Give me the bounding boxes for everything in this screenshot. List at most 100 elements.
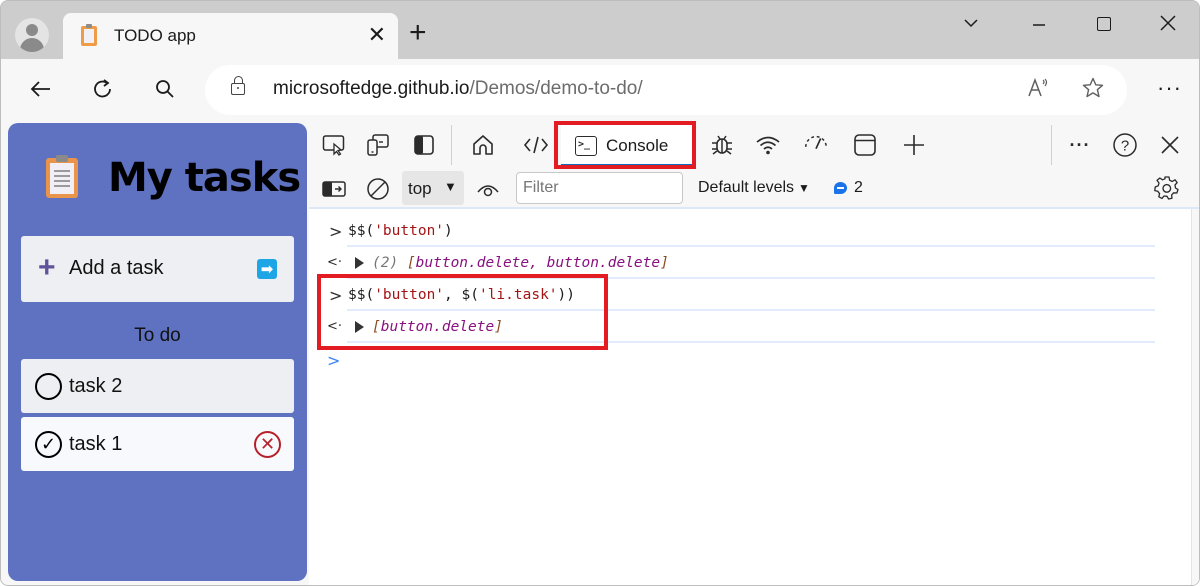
result-items: button.delete, button.delete <box>415 255 661 271</box>
message-bubble-icon <box>834 182 847 194</box>
expand-triangle-icon[interactable] <box>355 321 364 333</box>
delete-task-button[interactable]: ✕ <box>254 431 281 458</box>
browser-tab-todo[interactable]: TODO app ✕ <box>63 13 398 59</box>
task-item[interactable]: ✓ task 1 ✕ <box>21 417 294 471</box>
settings-more-button[interactable]: ··· <box>1157 75 1182 101</box>
code-token: )) <box>557 287 576 303</box>
close-window-button[interactable] <box>1159 13 1177 37</box>
lock-icon[interactable] <box>231 76 245 95</box>
toolbar-divider <box>451 125 452 165</box>
tab-title: TODO app <box>114 26 196 45</box>
url-domain: microsoftedge.github.io <box>273 78 470 99</box>
todo-section-label: To do <box>134 325 181 346</box>
refresh-button[interactable] <box>89 75 117 103</box>
message-count-badge[interactable]: 2 <box>834 179 863 197</box>
page-title: My tasks <box>108 155 301 201</box>
clipboard-icon <box>46 155 78 198</box>
welcome-home-icon[interactable] <box>470 132 496 158</box>
add-task-placeholder: Add a task <box>69 257 164 279</box>
entry-separator <box>347 341 1155 343</box>
console-input-entry: > $$('button', $('li.task')) <box>309 279 1155 311</box>
maximize-button[interactable] <box>1097 17 1111 31</box>
search-icon[interactable] <box>151 75 179 103</box>
url-text[interactable]: microsoftedge.github.io/Demos/demo-to-do… <box>273 78 643 100</box>
performance-icon[interactable] <box>803 132 829 158</box>
more-tools-plus-icon[interactable] <box>901 132 927 158</box>
elements-icon[interactable] <box>523 132 549 158</box>
address-bar[interactable]: microsoftedge.github.io/Demos/demo-to-do… <box>205 65 1127 115</box>
code-token: , $( <box>444 287 479 303</box>
result-arrow-icon: <· <box>327 255 343 270</box>
input-prompt-chevron-icon: > <box>329 286 343 305</box>
show-sidebar-icon[interactable] <box>321 176 347 202</box>
read-aloud-icon[interactable] <box>1027 76 1051 106</box>
code-string: 'button' <box>374 223 445 239</box>
browser-window: TODO app ✕ + microsoftedge.github.io/Dem… <box>0 0 1200 586</box>
console-result[interactable]: [button.delete] <box>372 319 503 335</box>
close-tab-icon[interactable]: ✕ <box>368 22 386 48</box>
submit-arrow-icon[interactable]: ➡ <box>257 259 277 279</box>
console-output[interactable]: > $$('button') <· (2) [button.delete, bu… <box>309 211 1199 585</box>
message-count: 2 <box>854 179 863 196</box>
clear-console-icon[interactable] <box>365 176 391 202</box>
task-item[interactable]: task 2 <box>21 359 294 413</box>
context-value: top <box>408 179 432 198</box>
context-selector[interactable]: top ▼ <box>402 171 464 205</box>
inspect-icon[interactable] <box>321 132 347 158</box>
navigation-bar: microsoftedge.github.io/Demos/demo-to-do… <box>1 59 1199 121</box>
task-unchecked-circle-icon[interactable] <box>35 373 62 400</box>
console-settings-gear-icon[interactable] <box>1154 175 1180 201</box>
code-string: 'li.task' <box>478 287 558 303</box>
network-wifi-icon[interactable] <box>755 132 781 158</box>
log-levels-dropdown[interactable]: Default levels ▼ <box>698 179 810 197</box>
new-tab-button[interactable]: + <box>409 18 427 48</box>
favorite-star-icon[interactable] <box>1081 76 1105 106</box>
svg-text:?: ? <box>1121 138 1129 155</box>
device-emulation-icon[interactable] <box>365 132 391 158</box>
input-prompt-chevron-icon: > <box>329 222 343 241</box>
profile-avatar[interactable] <box>15 18 49 52</box>
console-icon: >_ <box>575 136 597 156</box>
task-label: task 1 <box>69 433 123 455</box>
task-checked-icon[interactable]: ✓ <box>35 431 62 458</box>
console-command[interactable]: $$('button', $('li.task')) <box>348 287 575 303</box>
devtools-tab-bar: >_ Console ··· ? <box>309 121 1199 169</box>
add-task-input[interactable]: + Add a task ➡ <box>21 236 294 302</box>
minimize-button[interactable] <box>1031 13 1047 37</box>
page-area: My tasks + Add a task ➡ To do task 2 ✓ t… <box>1 121 1199 585</box>
bracket: [ <box>372 319 381 335</box>
console-result-entry: <· (2) [button.delete, button.delete] <box>309 247 1155 279</box>
sources-bug-icon[interactable] <box>709 132 735 158</box>
active-tab-indicator <box>561 164 693 167</box>
dock-side-icon[interactable] <box>411 132 437 158</box>
console-prompt-input[interactable]: > <box>327 351 340 370</box>
console-result-entry: <· [button.delete] <box>309 311 1155 343</box>
console-result[interactable]: (2) [button.delete, button.delete] <box>372 255 669 271</box>
customize-more-icon[interactable]: ··· <box>1067 132 1093 158</box>
application-icon[interactable] <box>852 132 878 158</box>
bracket: [ <box>406 255 416 271</box>
task-label: task 2 <box>69 375 123 397</box>
tab-actions-chevron-icon[interactable] <box>963 13 979 37</box>
result-arrow-icon: <· <box>327 319 343 334</box>
tab-console[interactable]: >_ Console <box>561 125 693 167</box>
console-toolbar: top ▼ Default levels▼ 2 <box>309 169 1199 209</box>
help-icon[interactable]: ? <box>1112 132 1138 158</box>
back-button[interactable] <box>27 75 55 103</box>
title-bar: TODO app ✕ + <box>1 1 1199 59</box>
close-devtools-icon[interactable] <box>1157 132 1183 158</box>
clipboard-clip <box>56 155 68 162</box>
avatar-body <box>20 38 44 52</box>
result-count: (2) <box>372 255 407 271</box>
avatar-head <box>26 24 38 36</box>
expand-triangle-icon[interactable] <box>355 257 364 269</box>
bracket: ] <box>494 319 503 335</box>
live-expression-eye-icon[interactable] <box>475 176 501 202</box>
dropdown-triangle-icon: ▼ <box>444 179 457 194</box>
filter-input[interactable] <box>516 172 683 204</box>
console-scrollbar[interactable] <box>1191 209 1199 585</box>
todo-header: My tasks <box>46 155 301 201</box>
result-items: button.delete <box>380 319 495 335</box>
console-command[interactable]: $$('button') <box>348 223 453 239</box>
devtools-panel: >_ Console ··· ? top ▼ Filter Default le… <box>309 121 1199 585</box>
